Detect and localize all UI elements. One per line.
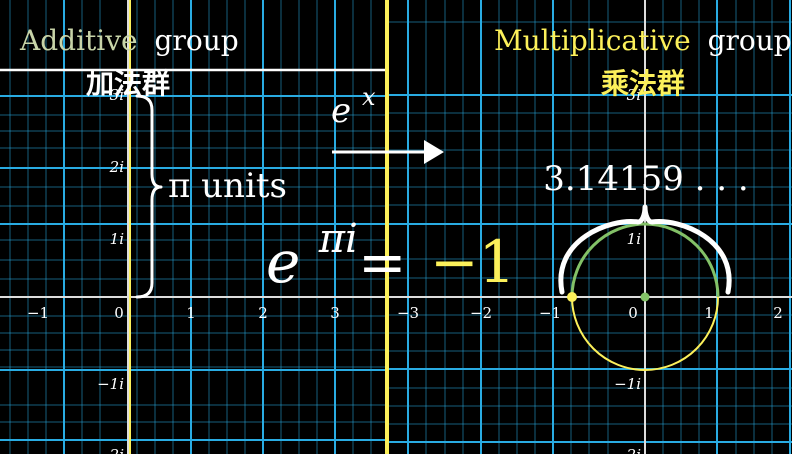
multiplicative-title-cjk: 乘法群	[601, 67, 685, 100]
y-tick-neg2i-right: −2i	[614, 446, 641, 454]
origin-dot	[640, 292, 650, 302]
additive-title-cjk: 加法群	[86, 67, 170, 100]
additive-title: Additive group	[19, 24, 239, 57]
x-tick-neg3: −3	[397, 304, 419, 322]
multiplicative-title: Multiplicative group	[494, 24, 792, 57]
x-tick-2: 2	[258, 304, 268, 322]
multiplicative-grid	[388, 0, 792, 454]
multiplicative-title-word: Multiplicative	[494, 24, 691, 57]
additive-title-cjk-text: 加法群	[86, 67, 170, 100]
euler-equals: =	[358, 228, 407, 296]
minus-one-dot	[567, 292, 577, 302]
x-tick-0: 0	[114, 304, 124, 322]
pi-units-brace	[135, 94, 163, 299]
exp-mapping-base: e	[331, 91, 351, 131]
additive-title-word: Additive	[19, 24, 138, 57]
y-tick-2i: 2i	[109, 158, 125, 176]
arc-length-label: 3.14159 . . .	[543, 159, 748, 199]
additive-title-group: group	[155, 24, 239, 57]
euler-base: e	[266, 228, 300, 296]
multiplicative-title-cjk-text: 乘法群	[601, 67, 685, 100]
y-tick-neg1i: −1i	[97, 375, 124, 393]
x-tick-1-right: 1	[704, 304, 714, 322]
exp-mapping-label: e x	[331, 83, 376, 131]
y-tick-neg1i-right: −1i	[614, 375, 641, 393]
exp-mapping-exponent: x	[362, 83, 376, 111]
scene: −1 0 1 2 3 3i 2i 1i −1i −2i Additive gro…	[0, 0, 792, 454]
y-tick-1i-right: 1i	[627, 230, 642, 248]
x-tick-neg1: −1	[27, 304, 49, 322]
multiplicative-title-group: group	[708, 24, 792, 57]
euler-result: −1	[430, 228, 516, 296]
pi-units-label: π units	[168, 166, 287, 206]
x-tick-neg2: −2	[470, 304, 492, 322]
x-tick-0-right: 0	[628, 304, 638, 322]
y-tick-1i: 1i	[110, 230, 125, 248]
exp-mapping-arrow-head	[424, 140, 444, 164]
x-tick-2-right: 2	[773, 304, 783, 322]
euler-exponent: πi	[318, 216, 358, 262]
x-tick-1: 1	[186, 304, 196, 322]
multiplicative-panel: −3 −2 −1 0 1 2 3i 1i −1i −2i Multiplicat…	[388, 0, 792, 454]
euler-identity: e πi = −1	[266, 216, 516, 296]
y-tick-neg2i: −2i	[97, 446, 124, 454]
x-tick-3: 3	[330, 304, 340, 322]
euler-identity-lhs: e πi	[266, 216, 358, 296]
x-tick-neg1-right: −1	[539, 304, 561, 322]
